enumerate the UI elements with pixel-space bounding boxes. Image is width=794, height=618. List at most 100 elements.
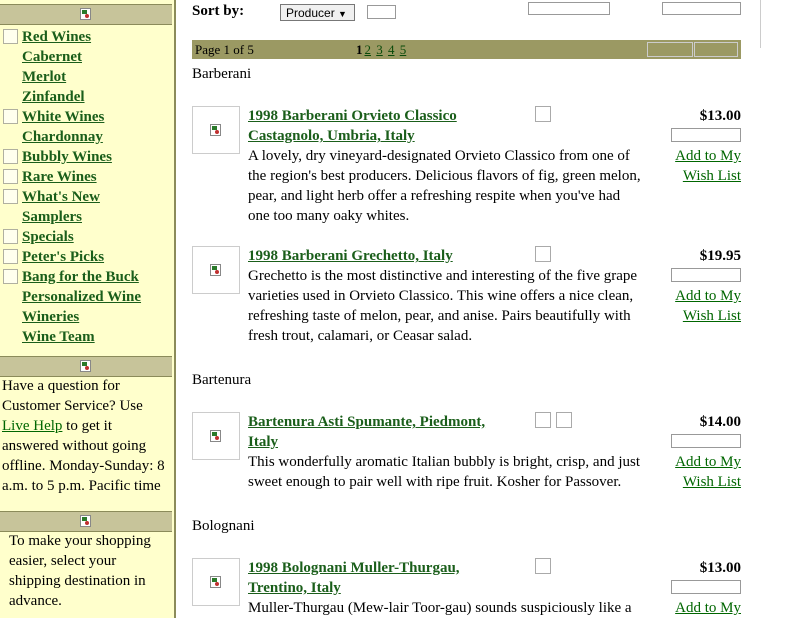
description-line: fresh trout, calamari, or Ceasar salad. xyxy=(248,328,473,344)
compare-checkbox[interactable] xyxy=(535,106,551,122)
title-line: 1998 Barberani Orvieto Classico xyxy=(248,108,457,124)
page-current: 1 xyxy=(356,42,363,57)
description-line: This wonderfully aromatic Italian bubbly… xyxy=(248,454,641,470)
wish-line: Wish List xyxy=(682,474,741,490)
add-to-wish-list-link[interactable]: Add to My xyxy=(661,598,741,618)
product-price: $13.00 xyxy=(699,560,741,576)
add-to-wish-list-link[interactable]: Add to My Wish List xyxy=(661,452,741,492)
page-link[interactable]: 3 xyxy=(376,42,383,57)
help-text: Have a question for Customer Service? Us… xyxy=(2,376,172,496)
sort-order-input[interactable] xyxy=(367,5,396,19)
pagination-bar: Page 1 of 5 12 3 4 5 xyxy=(192,40,741,59)
nav-link[interactable]: Specials xyxy=(22,227,74,247)
sort-select-value: Producer xyxy=(286,6,335,20)
broken-image-icon xyxy=(210,430,221,442)
shipping-line: advance. xyxy=(9,593,62,609)
page-label: Page 1 of 5 xyxy=(195,42,254,57)
product-thumbnail[interactable] xyxy=(192,412,240,460)
product-title-link[interactable]: 1998 Barberani Grechetto, Italy xyxy=(248,246,528,266)
description-line: sweet enough to pair well with ripe frui… xyxy=(248,474,622,490)
compare-checkbox[interactable] xyxy=(535,246,551,262)
help-line: Live Help to get it xyxy=(2,416,172,436)
product-title-link[interactable]: Bartenura Asti Spumante, Piedmont, Italy xyxy=(248,412,528,452)
wish-line: Add to My xyxy=(675,600,741,616)
help-line: answered without going xyxy=(2,438,147,454)
nav-bullet-icon xyxy=(3,189,18,204)
add-to-wish-list-link[interactable]: Add to My Wish List xyxy=(661,286,741,326)
broken-image-icon xyxy=(210,576,221,588)
description-line: the region's best producers. Delicious f… xyxy=(248,168,641,184)
product-item: 1998 Bolognani Muller-Thurgau, Trentino, … xyxy=(192,558,742,618)
shipping-line: shipping destination in xyxy=(9,573,146,589)
add-to-wish-list-link[interactable]: Add to My Wish List xyxy=(661,146,741,186)
dropdown-arrow-icon: ▼ xyxy=(338,9,347,19)
toolbar-input-1[interactable] xyxy=(528,2,610,15)
nav-link[interactable]: What's New xyxy=(22,187,100,207)
prev-page-button[interactable] xyxy=(647,42,693,57)
broken-image-icon xyxy=(210,124,221,136)
compare-checkbox[interactable] xyxy=(535,558,551,574)
product-price: $19.95 xyxy=(699,248,741,264)
wish-line: Wish List xyxy=(682,168,741,184)
nav-bullet-icon xyxy=(3,29,18,44)
help-line: offline. Monday-Sunday: 8 xyxy=(2,458,165,474)
nav-link[interactable]: Wine Team xyxy=(22,327,95,347)
nav-link[interactable]: Cabernet xyxy=(22,47,82,67)
product-thumbnail[interactable] xyxy=(192,106,240,154)
help-line-rest: to get it xyxy=(62,418,112,434)
description-line: refreshing taste of melon, pear, and ani… xyxy=(248,308,631,324)
title-line: Castagnolo, Umbria, Italy xyxy=(248,128,415,144)
product-price: $14.00 xyxy=(699,414,741,430)
nav-link[interactable]: Zinfandel xyxy=(22,87,85,107)
sidebar-header-help xyxy=(0,356,172,377)
nav-link[interactable]: Rare Wines xyxy=(22,167,97,187)
live-help-link[interactable]: Live Help xyxy=(2,418,62,434)
product-thumbnail[interactable] xyxy=(192,246,240,294)
nav-link[interactable]: Wineries xyxy=(22,307,79,327)
sort-label: Sort by: xyxy=(192,3,245,19)
nav-link[interactable]: Peter's Picks xyxy=(22,247,104,267)
wish-line: Add to My xyxy=(675,288,741,304)
nav-bullet-icon xyxy=(3,269,18,284)
compare-checkbox[interactable] xyxy=(556,412,572,428)
page-numbers: 12 3 4 5 xyxy=(356,41,408,58)
nav-link[interactable]: Chardonnay xyxy=(22,127,103,147)
product-item: 1998 Barberani Grechetto, Italy $19.95 A… xyxy=(192,246,742,346)
title-line: 1998 Bolognani Muller-Thurgau, xyxy=(248,560,460,576)
quantity-input[interactable] xyxy=(671,268,741,282)
quantity-input[interactable] xyxy=(671,434,741,448)
product-listing: Sort by: Producer ▼ Page 1 of 5 12 3 4 5… xyxy=(192,0,742,618)
toolbar-input-2[interactable] xyxy=(662,2,741,15)
title-line: Trentino, Italy xyxy=(248,580,341,596)
product-thumbnail[interactable] xyxy=(192,558,240,606)
quantity-input[interactable] xyxy=(671,580,741,594)
nav-bullet-icon xyxy=(3,169,18,184)
nav-link[interactable]: Samplers xyxy=(22,207,82,227)
quantity-input[interactable] xyxy=(671,128,741,142)
product-title-link[interactable]: 1998 Barberani Orvieto Classico Castagnol… xyxy=(248,106,528,146)
nav-bullet-icon xyxy=(3,149,18,164)
help-line: Have a question for xyxy=(2,378,120,394)
broken-image-icon xyxy=(210,264,221,276)
sidebar-header-shipping xyxy=(0,511,172,532)
nav-link[interactable]: White Wines xyxy=(22,107,104,127)
nav-bullet-icon xyxy=(3,229,18,244)
nav-bullet-icon xyxy=(3,249,18,264)
nav-link[interactable]: Red Wines xyxy=(22,27,91,47)
product-item: Bartenura Asti Spumante, Piedmont, Italy … xyxy=(192,412,742,492)
nav-link[interactable]: Personalized Wine xyxy=(22,287,141,307)
nav-link[interactable]: Bubbly Wines xyxy=(22,147,112,167)
page-link[interactable]: 5 xyxy=(400,42,407,57)
title-line: Bartenura Asti Spumante, Piedmont, xyxy=(248,414,486,430)
nav-link[interactable]: Merlot xyxy=(22,67,66,87)
broken-image-icon xyxy=(80,515,91,527)
next-page-button[interactable] xyxy=(694,42,738,57)
page-link[interactable]: 2 xyxy=(365,42,372,57)
product-title-link[interactable]: 1998 Bolognani Muller-Thurgau, Trentino, … xyxy=(248,558,528,598)
compare-checkbox[interactable] xyxy=(535,412,551,428)
page-link[interactable]: 4 xyxy=(388,42,395,57)
sort-select[interactable]: Producer ▼ xyxy=(280,4,355,21)
nav-link[interactable]: Bang for the Buck xyxy=(22,267,139,287)
shipping-text: To make your shopping easier, select you… xyxy=(9,531,169,611)
description-line: A lovely, dry vineyard-designated Orviet… xyxy=(248,148,630,164)
